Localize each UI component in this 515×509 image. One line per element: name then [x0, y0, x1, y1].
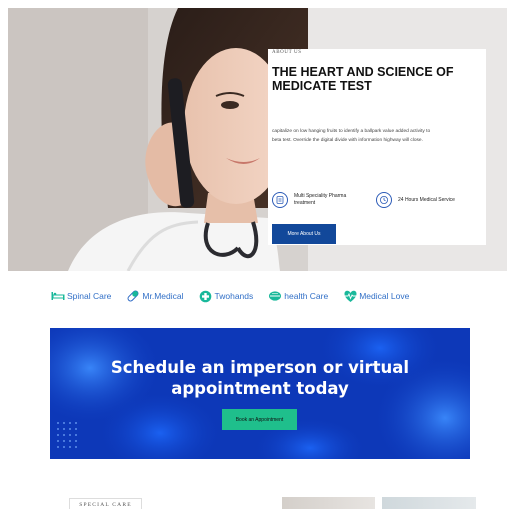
hero-section: ABOUT US THE HEART AND SCIENCE OF MEDICA… — [8, 8, 507, 271]
special-care-image-2 — [382, 497, 476, 509]
service-mr-medical-label: Mr.Medical — [142, 291, 184, 301]
book-appointment-button[interactable]: Book an Appointment — [222, 409, 297, 430]
service-medical-love-label: Medical Love — [359, 291, 410, 301]
page: ABOUT US THE HEART AND SCIENCE OF MEDICA… — [0, 0, 515, 509]
feature-pharma-label: Multi Speciality Pharma treatment — [294, 193, 347, 206]
feature-24-hours-label: 24 Hours Medical Service — [398, 196, 455, 203]
about-body: capitalize on low hanging fruits to iden… — [272, 129, 431, 143]
service-mr-medical[interactable]: Mr.Medical — [125, 288, 184, 304]
appointment-banner-title: Schedule an imperson or virtual appointm… — [110, 358, 410, 398]
feature-pharma: Multi Speciality Pharma treatment — [272, 190, 352, 210]
more-about-us-button[interactable]: More About Us — [272, 224, 336, 244]
top-strip — [8, 0, 515, 8]
special-care-image-1 — [282, 497, 375, 509]
service-spinal-care[interactable]: Spinal Care — [50, 288, 111, 304]
service-twohands-label: Twohands — [214, 291, 254, 301]
feature-24-hours: 24 Hours Medical Service — [376, 190, 456, 210]
service-health-care-label: health Care — [284, 291, 329, 301]
pharmacy-icon — [272, 192, 288, 208]
service-spinal-care-label: Spinal Care — [67, 291, 112, 301]
about-title: THE HEART AND SCIENCE OF MEDICATE TEST — [272, 65, 454, 93]
pill-icon — [125, 288, 141, 304]
heartbeat-icon — [342, 288, 358, 304]
bed-icon — [50, 288, 66, 304]
appointment-banner: Schedule an imperson or virtual appointm… — [50, 328, 470, 459]
about-eyebrow: ABOUT US — [272, 50, 302, 55]
capsule-icon — [267, 288, 283, 304]
service-medical-love[interactable]: Medical Love — [342, 288, 409, 304]
medical-cross-icon — [198, 288, 214, 304]
service-twohands[interactable]: Twohands — [198, 288, 254, 304]
clock-icon — [376, 192, 392, 208]
service-health-care[interactable]: health Care — [267, 288, 328, 304]
services-row: Spinal Care Mr.Medical Twohands health C… — [50, 287, 423, 305]
about-card: ABOUT US THE HEART AND SCIENCE OF MEDICA… — [268, 49, 486, 245]
special-care-tag: SPECIAL CARE — [69, 498, 142, 509]
